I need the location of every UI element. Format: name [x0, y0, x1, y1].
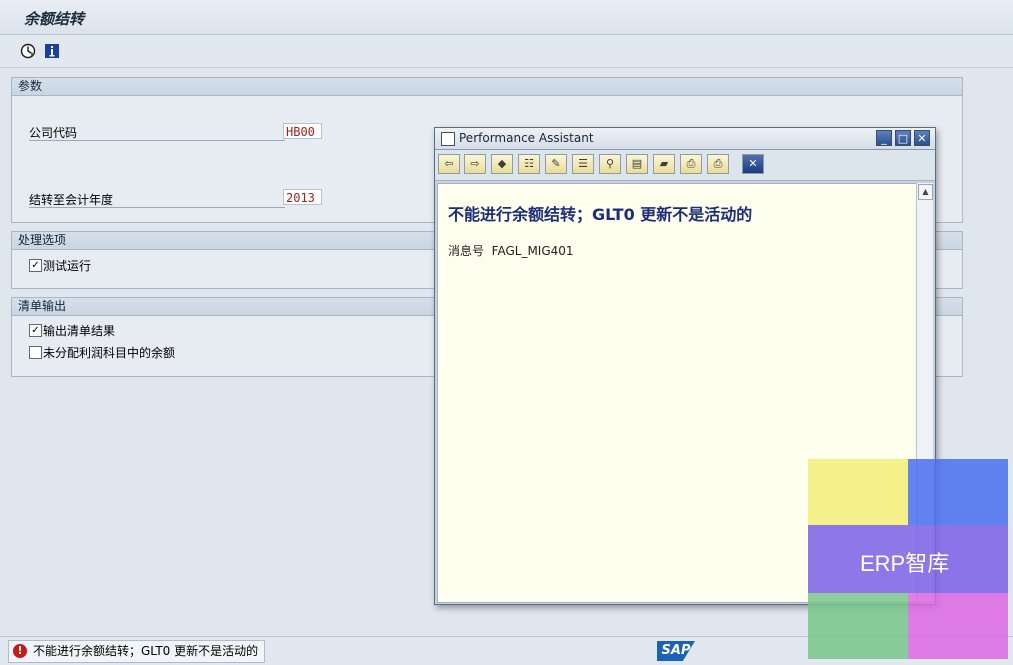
- status-message-text: 不能进行余额结转；GLT0 更新不是活动的: [33, 644, 259, 658]
- watermark-tile: [808, 593, 908, 659]
- dialog-title-bar[interactable]: Performance Assistant _ □ ✕: [435, 128, 935, 150]
- test-run-checkbox[interactable]: ✓: [29, 259, 42, 272]
- execute-icon[interactable]: [20, 43, 36, 59]
- book-icon[interactable]: ◆: [491, 154, 513, 174]
- fiscal-year-label: 结转至会计年度: [29, 193, 114, 207]
- error-icon: !: [13, 644, 27, 658]
- undistributed-balance-checkbox[interactable]: [29, 346, 42, 359]
- message-heading: 不能进行余额结转；GLT0 更新不是活动的: [448, 205, 753, 224]
- output-list-checkbox[interactable]: ✓: [29, 324, 42, 337]
- minimize-button[interactable]: _: [876, 130, 892, 146]
- watermark-tile: [808, 459, 908, 525]
- test-run-label: 测试运行: [43, 259, 92, 273]
- watermark-tile: [908, 593, 1008, 659]
- maximize-button[interactable]: □: [895, 130, 911, 146]
- scroll-up-icon[interactable]: ▲: [918, 184, 933, 200]
- dialog-title: Performance Assistant: [459, 131, 594, 145]
- window-title: 余额结转: [24, 10, 85, 28]
- close-button[interactable]: ✕: [914, 130, 930, 146]
- application-toolbar: [0, 35, 1013, 68]
- document-icon: [441, 132, 455, 146]
- watermark-tile: [908, 459, 1008, 525]
- window-title-bar: 余额结转: [0, 0, 1013, 35]
- company-code-field[interactable]: HB00: [283, 123, 322, 139]
- info-icon[interactable]: [44, 43, 60, 59]
- message-number: 消息号 FAGL_MIG401: [448, 242, 574, 259]
- fiscal-year-field[interactable]: 2013: [283, 189, 322, 205]
- sap-logo: SAP: [657, 641, 695, 661]
- forward-icon[interactable]: ⇨: [464, 154, 486, 174]
- undistributed-balance-label: 未分配利润科目中的余额: [43, 346, 176, 360]
- note-icon[interactable]: ▰: [653, 154, 675, 174]
- group-title: 参数: [12, 78, 962, 96]
- tree-icon[interactable]: ☷: [518, 154, 540, 174]
- print-preview-icon[interactable]: ⎙: [680, 154, 702, 174]
- edit-icon[interactable]: ✎: [545, 154, 567, 174]
- technical-info-icon[interactable]: ☰: [572, 154, 594, 174]
- status-message[interactable]: ! 不能进行余额结转；GLT0 更新不是活动的: [8, 640, 266, 663]
- output-list-label: 输出清单结果: [43, 324, 116, 338]
- search-icon[interactable]: ⚲: [599, 154, 621, 174]
- message-number-label: 消息号: [448, 244, 485, 258]
- company-code-label: 公司代码: [29, 126, 78, 140]
- dialog-toolbar: ⇦ ⇨ ◆ ☷ ✎ ☰ ⚲ ▤ ▰ ⎙ ⎙ ✕: [435, 150, 935, 181]
- message-number-value: FAGL_MIG401: [491, 244, 574, 258]
- label-underline: [29, 207, 285, 208]
- label-underline: [29, 140, 285, 141]
- back-icon[interactable]: ⇦: [438, 154, 460, 174]
- print-icon[interactable]: ⎙: [707, 154, 729, 174]
- watermark-text: ERP智库: [860, 551, 950, 576]
- table-icon[interactable]: ▤: [626, 154, 648, 174]
- close-icon[interactable]: ✕: [742, 154, 764, 174]
